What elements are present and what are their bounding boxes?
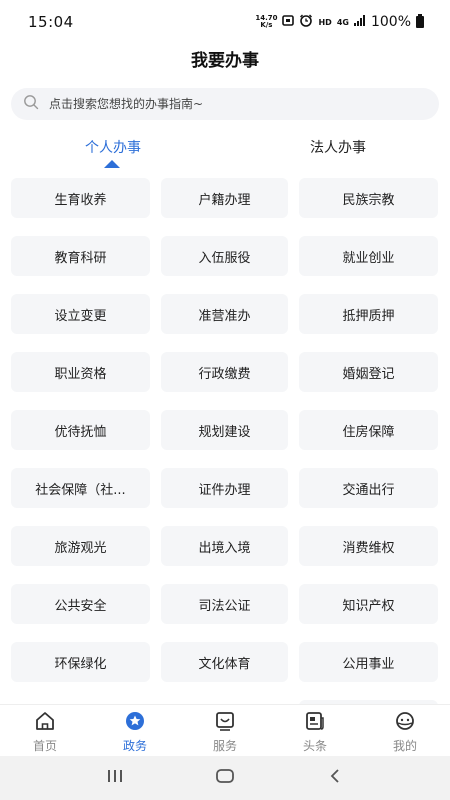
service-item[interactable]: 设立变更 [11,294,150,334]
battery-icon [416,14,424,28]
nav-item-home[interactable]: 首页 [0,705,90,756]
hd-label: HD [318,17,332,27]
search-icon [23,94,39,114]
nav-item-profile[interactable]: 我的 [360,705,450,756]
service-item[interactable]: 住房保障 [299,410,438,450]
service-item[interactable]: 就业创业 [299,236,438,276]
page-title: 我要办事 [191,51,259,71]
status-time: 15:04 [28,13,74,31]
service-grid-container[interactable]: 生育收养 户籍办理 民族宗教教育科研 入伍服役 就业创业设立变更 准营准办 抵押质押职业资格… [0,168,450,704]
service-item[interactable]: 知识产权 [299,584,438,624]
system-nav [0,756,450,800]
service-item[interactable]: 司法公证 [161,584,288,624]
status-bar: 15:04 14.70 K/s HD 4G 100% [0,0,450,44]
service-item[interactable]: 公用事业 [299,642,438,682]
service-item[interactable]: 优待抚恤 [11,410,150,450]
signal-icon [353,14,366,30]
nav-item-service[interactable]: 服务 [180,705,270,756]
search-input[interactable] [49,97,429,111]
service-item[interactable]: 生育收养 [11,178,150,218]
nav-item-news[interactable]: 头条 [270,705,360,756]
service-item[interactable]: 行政缴费 [161,352,288,392]
service-item[interactable]: 出境入境 [161,526,288,566]
service-item[interactable]: 抵押质押 [299,294,438,334]
service-item[interactable]: 消费维权 [299,526,438,566]
service-icon [214,711,236,734]
service-item[interactable]: 婚姻登记 [299,352,438,392]
home-icon [34,711,56,734]
nav-label: 政务 [122,739,147,753]
service-item[interactable]: 教育科研 [11,236,150,276]
status-icons: 14.70 K/s HD 4G 100% [255,14,424,31]
nav-label: 首页 [32,739,57,753]
service-item[interactable]: 规划建设 [161,410,288,450]
service-item[interactable]: 证件办理 [161,468,288,508]
home-button-icon[interactable] [215,768,235,788]
tab-indicator [104,160,120,168]
news-icon [304,711,326,734]
service-item[interactable]: 社会保障（社... [11,468,150,508]
service-item[interactable]: 入伍服役 [161,236,288,276]
service-item[interactable]: 文化体育 [161,642,288,682]
tab-legal[interactable]: 法人办事 [258,134,418,164]
service-item[interactable]: 公共安全 [11,584,150,624]
service-grid: 生育收养 户籍办理 民族宗教教育科研 入伍服役 就业创业设立变更 准营准办 抵押质押职业资格… [11,178,438,704]
battery-percent: 100% [370,14,411,30]
nav-label: 我的 [392,739,417,753]
recent-apps-icon[interactable] [105,768,125,788]
service-item[interactable]: 准营准办 [161,294,288,334]
service-item[interactable]: 民族宗教 [299,178,438,218]
nav-item-star[interactable]: 政务 [90,705,180,756]
network-label: 4G [336,17,349,27]
service-item[interactable]: 职业资格 [11,352,150,392]
alarm-icon [299,14,313,31]
service-item[interactable]: 户籍办理 [161,178,288,218]
back-icon[interactable] [325,768,345,788]
net-speed: 14.70 K/s [255,15,277,29]
bottom-nav: 首页 政务 服务 头条 我的 [0,704,450,756]
nav-label: 头条 [302,739,327,753]
notification-icon [282,14,295,30]
service-item[interactable]: 环保绿化 [11,642,150,682]
service-item[interactable]: 交通出行 [299,468,438,508]
star-icon [124,711,146,734]
tab-bar: 个人办事 法人办事 [0,134,450,168]
search-bar[interactable] [11,88,439,120]
net-speed-unit: K/s [260,21,273,29]
nav-label: 服务 [212,739,237,753]
profile-icon [394,711,416,734]
service-item[interactable]: 旅游观光 [11,526,150,566]
